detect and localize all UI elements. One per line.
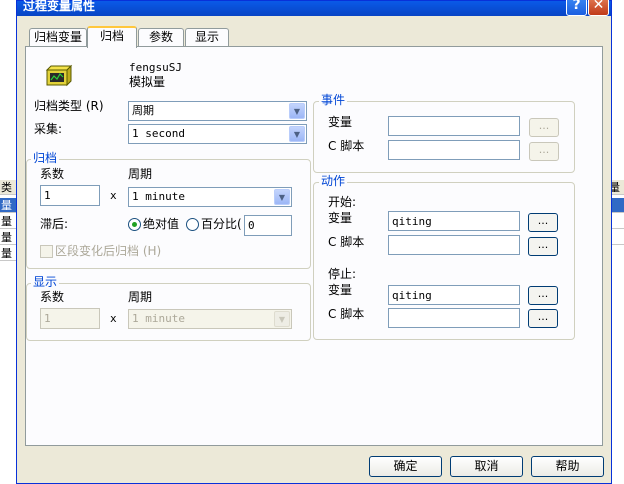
radio-dot [132, 222, 137, 227]
display-factor-input: 1 [40, 308, 100, 329]
events-script-input[interactable] [388, 140, 520, 160]
chevron-down-icon[interactable]: ▼ [289, 103, 305, 119]
times-sign: x [110, 312, 117, 325]
stop-label: 停止: [328, 267, 357, 281]
times-sign: x [110, 189, 117, 202]
stop-script-input[interactable] [388, 308, 520, 328]
tag-type: 模拟量 [129, 75, 166, 89]
archive-cycle-label: 周期 [128, 167, 153, 181]
tab-display[interactable]: 显示 [185, 28, 229, 47]
hysteresis-input[interactable]: 0 [244, 215, 292, 236]
stop-script-browse-button[interactable]: ... [528, 309, 558, 328]
events-variable-input[interactable] [388, 116, 520, 136]
segment-change-label: 区段变化后归档 (H) [55, 244, 162, 258]
chevron-down-icon: ▼ [274, 311, 290, 327]
archive-group-title: 归档 [31, 151, 60, 165]
archive-cycle-value: 1 minute [132, 190, 185, 203]
display-cycle-label: 周期 [128, 290, 153, 304]
help-title-button[interactable]: ? [566, 0, 587, 16]
actions-group-title: 动作 [319, 174, 348, 188]
acquisition-label: 采集: [34, 122, 63, 136]
tab-archive-tag[interactable]: 归档变量 [29, 28, 87, 47]
start-variable-input[interactable]: qiting [388, 211, 520, 231]
start-label: 开始: [328, 195, 357, 209]
acquisition-select[interactable]: 1 second ▼ [128, 124, 307, 144]
display-cycle-select: 1 minute ▼ [128, 309, 292, 329]
start-script-input[interactable] [388, 235, 520, 255]
window-title: 过程变量属性 [23, 0, 96, 13]
archive-type-label: 归档类型 (R) [34, 99, 104, 113]
tab-archive[interactable]: 归档 [87, 26, 137, 48]
events-variable-label: 变量 [328, 115, 353, 129]
archive-type-value: 周期 [132, 104, 154, 117]
archive-factor-label: 系数 [40, 167, 65, 181]
start-script-browse-button[interactable]: ... [528, 237, 558, 256]
cancel-button[interactable]: 取消 [450, 456, 523, 477]
process-tag-properties-dialog: 过程变量属性 ? ✕ 归档变量 归档 参数 显示 fengsuSJ 模拟量 归档… [16, 0, 612, 484]
absolute-radio[interactable] [128, 218, 141, 231]
segment-change-checkbox[interactable] [40, 245, 53, 258]
archive-tab-panel: fengsuSJ 模拟量 归档类型 (R) 周期 ▼ 采集: 1 second … [25, 46, 603, 446]
tag-name: fengsuSJ [129, 61, 182, 74]
archive-type-select[interactable]: 周期 ▼ [128, 101, 307, 121]
absolute-label[interactable]: 绝对值 [143, 217, 179, 231]
events-script-browse-button: ... [529, 142, 559, 161]
start-variable-label: 变量 [328, 211, 353, 225]
stop-variable-label: 变量 [328, 283, 353, 297]
ok-button[interactable]: 确定 [369, 456, 442, 477]
display-group-title: 显示 [31, 275, 60, 289]
chevron-down-icon[interactable]: ▼ [274, 189, 290, 205]
events-group-title: 事件 [319, 93, 348, 107]
events-variable-browse-button: ... [529, 118, 559, 137]
close-button[interactable]: ✕ [588, 0, 609, 16]
start-script-label: C 脚本 [328, 235, 365, 249]
display-cycle-value: 1 minute [132, 312, 185, 325]
percent-label[interactable]: 百分比( [201, 217, 241, 231]
percent-radio[interactable] [186, 218, 199, 231]
events-script-label: C 脚本 [328, 139, 365, 153]
events-group [313, 101, 575, 173]
acquisition-value: 1 second [132, 127, 185, 140]
start-variable-browse-button[interactable]: ... [528, 213, 558, 232]
title-bar[interactable]: 过程变量属性 ? ✕ [17, 0, 611, 16]
stop-script-label: C 脚本 [328, 307, 365, 321]
archive-factor-input[interactable]: 1 [40, 185, 100, 206]
archive-cycle-select[interactable]: 1 minute ▼ [128, 187, 292, 207]
hysteresis-label: 滞后: [40, 217, 69, 231]
help-button[interactable]: 帮助 [531, 456, 604, 477]
stop-variable-browse-button[interactable]: ... [528, 286, 558, 305]
display-factor-label: 系数 [40, 290, 65, 304]
chevron-down-icon[interactable]: ▼ [289, 126, 305, 142]
analog-tag-icon [43, 63, 73, 88]
tab-parameters[interactable]: 参数 [138, 28, 184, 47]
stop-variable-input[interactable]: qiting [388, 285, 520, 305]
